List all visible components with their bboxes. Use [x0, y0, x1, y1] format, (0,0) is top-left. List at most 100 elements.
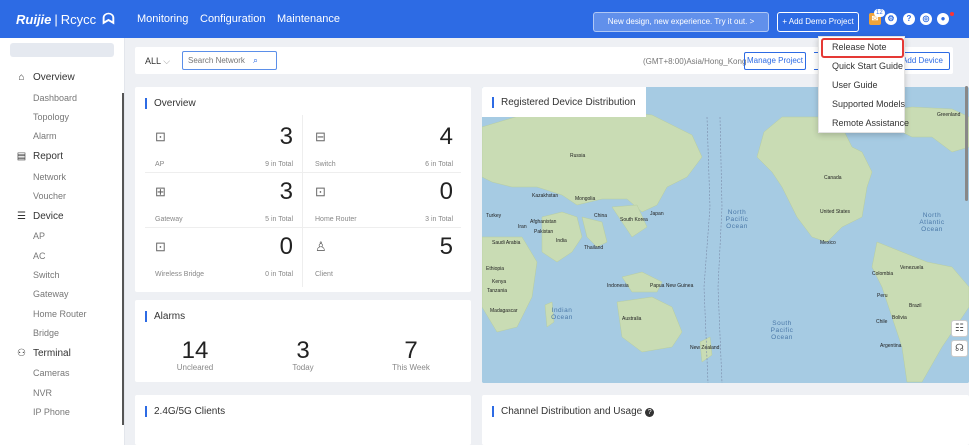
alarm-week-label: This Week — [392, 363, 430, 372]
place-label: Colombia — [872, 271, 893, 277]
logo-product: Rcycc — [60, 12, 97, 27]
help-icon[interactable]: ? — [903, 13, 915, 25]
search-input[interactable] — [182, 51, 277, 70]
sidebar-item-ac[interactable]: AC — [33, 251, 46, 261]
place-label: China — [594, 213, 607, 219]
new-design-promo-button[interactable]: New design, new experience. Try it out. … — [593, 12, 769, 32]
sidebar-item-voucher[interactable]: Voucher — [33, 191, 66, 201]
manage-project-button[interactable]: Manage Project — [744, 52, 806, 70]
ocean-label-north-pacific: North Pacific Ocean — [726, 209, 749, 230]
add-device-button[interactable]: Add Device — [900, 52, 950, 70]
feedback-icon[interactable]: ☷ — [951, 320, 968, 337]
overview-cell-gateway[interactable]: ⊞ 3 Gateway 5 in Total — [145, 178, 303, 232]
globe-icon[interactable]: ◎ — [920, 13, 932, 25]
support-headset-icon[interactable]: ☊ — [951, 340, 968, 357]
tab-configuration[interactable]: Configuration — [200, 13, 265, 25]
overview-cell-switch[interactable]: ⊟ 4 Switch 6 in Total — [305, 123, 463, 177]
overview-title: Overview — [145, 98, 196, 109]
sidebar-item-home-router[interactable]: Home Router — [33, 309, 87, 319]
place-label: Argentina — [880, 343, 902, 349]
ap-label: AP — [155, 161, 165, 168]
sidebar-item-topology[interactable]: Topology — [33, 112, 69, 122]
wireless-bridge-icon: ⊡ — [155, 239, 166, 254]
sidebar-group-overview[interactable]: ⌂ Overview — [16, 72, 74, 83]
scope-select[interactable]: ALL ⌵ — [145, 56, 170, 67]
ap-count: 3 — [279, 123, 293, 150]
gear-icon[interactable]: ⚙ — [885, 13, 897, 25]
place-label: Madagascar — [490, 308, 518, 314]
menu-item-release-note[interactable]: Release Note — [819, 42, 906, 52]
sidebar-item-switch[interactable]: Switch — [33, 270, 60, 280]
sidebar-item-nvr[interactable]: NVR — [33, 388, 52, 398]
project-selector[interactable] — [10, 43, 114, 57]
ap-total: 9 in Total — [265, 161, 293, 168]
alarm-uncleared-label: Uncleared — [176, 363, 214, 372]
ruijie-logo[interactable]: Ruijie | Rcycc ᗣ — [16, 11, 115, 28]
wireless-bridge-count: 0 — [279, 233, 293, 260]
map-title: Registered Device Distribution — [492, 97, 636, 108]
menu-item-user-guide[interactable]: User Guide — [819, 80, 906, 90]
place-label: Venezuela — [900, 265, 924, 271]
timezone-label: (GMT+8:00)Asia/Hong_Kong — [643, 57, 747, 66]
place-label: Thailand — [584, 245, 603, 251]
add-demo-project-button[interactable]: + Add Demo Project — [777, 12, 859, 32]
place-label: Mongolia — [575, 196, 596, 202]
scope-value: ALL — [145, 56, 161, 66]
sidebar-item-dashboard[interactable]: Dashboard — [33, 93, 77, 103]
alarm-uncleared-count[interactable]: 14 — [145, 337, 245, 365]
place-label: India — [556, 238, 567, 244]
sidebar-item-network[interactable]: Network — [33, 172, 66, 182]
user-icon[interactable]: ● — [937, 13, 949, 25]
sidebar-scrollbar[interactable] — [122, 93, 124, 425]
page-scrollbar[interactable] — [965, 86, 968, 201]
tab-maintenance[interactable]: Maintenance — [277, 13, 340, 25]
sidebar-group-report[interactable]: ▤ Report — [16, 151, 63, 162]
sidebar-item-ip-phone[interactable]: IP Phone — [33, 407, 70, 417]
tab-monitoring[interactable]: Monitoring — [137, 13, 188, 25]
place-label: Papua New Guinea — [650, 283, 694, 289]
place-label: Bolivia — [892, 315, 907, 321]
place-label: Greenland — [937, 112, 961, 118]
search-icon[interactable]: ⌕ — [253, 55, 258, 66]
alarm-week-count[interactable]: 7 — [361, 337, 461, 365]
overview-cell-ap[interactable]: ⊡ 3 AP 9 in Total — [145, 123, 303, 177]
sidebar-item-alarm[interactable]: Alarm — [33, 131, 57, 141]
menu-item-supported-models[interactable]: Supported Models — [819, 99, 906, 109]
logo-separator: | — [54, 12, 58, 27]
place-label: South Korea — [620, 217, 648, 223]
sidebar-group-device[interactable]: ☰ Device — [16, 211, 64, 222]
channel-title: Channel Distribution and Usage? — [492, 406, 655, 417]
menu-item-quick-start-guide[interactable]: Quick Start Guide — [819, 61, 906, 71]
sidebar-group-label: Device — [33, 211, 64, 222]
place-label: Indonesia — [607, 283, 629, 289]
wireless-bridge-total: 0 in Total — [265, 271, 293, 278]
alarm-today-label: Today — [292, 363, 314, 372]
menu-item-remote-assistance[interactable]: Remote Assistance — [819, 118, 909, 128]
clients-title: 2.4G/5G Clients — [145, 406, 225, 417]
sidebar-item-gateway[interactable]: Gateway — [33, 289, 69, 299]
overview-cell-home-router[interactable]: ⊡ 0 Home Router 3 in Total — [305, 178, 463, 232]
gateway-icon: ⊞ — [155, 184, 166, 199]
sidebar-item-bridge[interactable]: Bridge — [33, 328, 59, 338]
place-label: Afghanistan — [530, 219, 557, 225]
place-label: New Zealand — [690, 345, 720, 351]
overview-cell-client[interactable]: ♙ 5 Client — [305, 233, 463, 287]
chevron-down-icon: ⌵ — [163, 56, 171, 66]
client-label: Client — [315, 271, 333, 278]
client-count: 5 — [439, 233, 453, 260]
sidebar-item-cameras[interactable]: Cameras — [33, 368, 70, 378]
switch-icon: ⊟ — [315, 129, 326, 144]
gateway-label: Gateway — [155, 216, 183, 223]
overview-cell-wireless-bridge[interactable]: ⊡ 0 Wireless Bridge 0 in Total — [145, 233, 303, 287]
ocean-label-south-pacific: South Pacific Ocean — [771, 320, 794, 341]
device-icon: ☰ — [17, 211, 26, 222]
top-navigation-bar: Ruijie | Rcycc ᗣ Monitoring Configuration M… — [0, 0, 969, 38]
sidebar-group-terminal[interactable]: ⚇ Terminal — [16, 348, 71, 359]
report-icon: ▤ — [16, 151, 27, 162]
home-router-total: 3 in Total — [425, 216, 453, 223]
sidebar-item-ap[interactable]: AP — [33, 231, 45, 241]
notification-dot — [950, 12, 954, 16]
place-label: Saudi Arabia — [492, 240, 521, 246]
help-icon[interactable]: ? — [645, 408, 655, 417]
alarm-today-count[interactable]: 3 — [253, 337, 353, 365]
